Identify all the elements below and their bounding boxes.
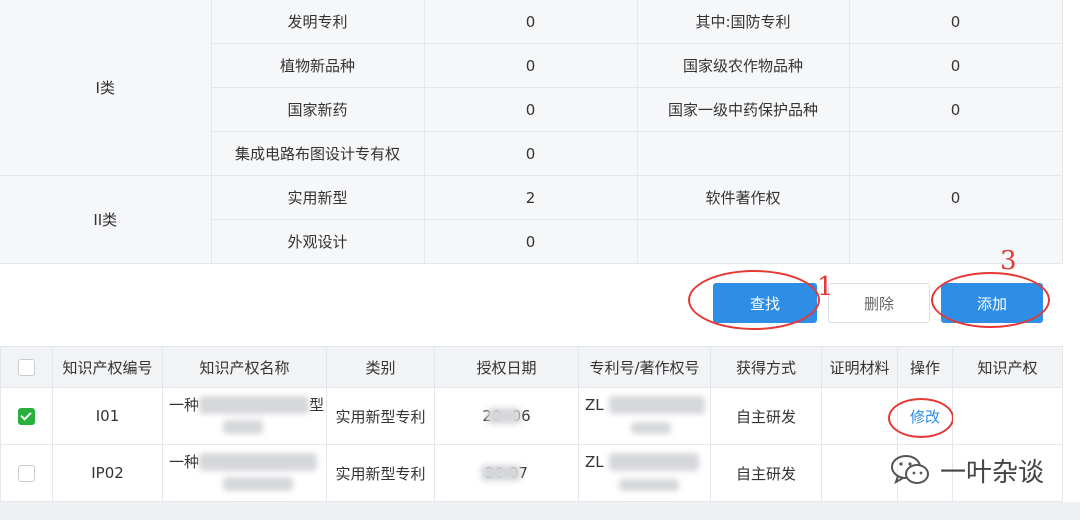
wechat-icon <box>890 453 932 489</box>
column-header-proof: 证明材料 <box>821 346 898 388</box>
summary-item-value: 0 <box>423 0 638 44</box>
ip-patent-no-text: ZL <box>585 453 604 471</box>
ip-date-cell: 20 -06 <box>434 387 579 445</box>
delete-button[interactable]: 删除 <box>828 283 930 323</box>
ip-proof-cell <box>821 387 898 445</box>
redacted-blur <box>609 453 699 471</box>
add-button[interactable]: 添加 <box>941 283 1043 323</box>
redacted-blur <box>199 453 317 471</box>
column-header-id: 知识产权编号 <box>52 346 163 388</box>
ip-name-cell: 一种 型 <box>162 387 327 445</box>
row-checkbox-checked[interactable] <box>18 408 35 425</box>
row-checkbox[interactable] <box>18 465 35 482</box>
column-header-date: 授权日期 <box>434 346 579 388</box>
ip-method-cell: 自主研发 <box>710 444 822 502</box>
ip-summary-table: I类 发明专利 0 其中:国防专利 0 植物新品种 0 国家级农作物品种 0 国… <box>0 0 1063 264</box>
ip-date-cell: 20 07 <box>434 444 579 502</box>
summary-item-name: 国家级农作物品种 <box>636 43 850 88</box>
edit-link[interactable]: 修改 <box>910 408 940 426</box>
redacted-blur <box>609 396 705 414</box>
redacted-blur <box>619 479 679 491</box>
annotation-number-3: 3 <box>1000 246 1017 276</box>
column-header-ip: 知识产权 <box>952 346 1063 388</box>
class-2-label: II类 <box>0 175 212 264</box>
annotation-number-1: 1 <box>817 272 834 302</box>
watermark-text: 一叶杂谈 <box>940 458 1045 488</box>
column-header-method: 获得方式 <box>710 346 822 388</box>
summary-item-value: 0 <box>848 175 1063 220</box>
row-select-cell[interactable] <box>0 387 53 445</box>
redacted-blur <box>199 396 309 414</box>
bottom-bar <box>0 502 1080 520</box>
ip-patent-no-cell: ZL <box>578 387 711 445</box>
summary-item-value: 0 <box>423 131 638 176</box>
summary-item-name: 集成电路布图设计专有权 <box>210 131 425 176</box>
summary-item-value <box>848 219 1063 264</box>
column-header-name: 知识产权名称 <box>162 346 327 388</box>
summary-item-name: 发明专利 <box>210 0 425 44</box>
ip-detail-cell <box>952 387 1063 445</box>
ip-name-tail: 型 <box>309 396 325 414</box>
select-all-cell[interactable] <box>0 346 53 388</box>
summary-item-name: 实用新型 <box>210 175 425 220</box>
redacted-blur <box>223 477 293 491</box>
summary-item-value: 0 <box>423 87 638 132</box>
redacted-blur <box>481 465 521 481</box>
ip-name-cell: 一种 <box>162 444 327 502</box>
class-1-label: I类 <box>0 0 212 176</box>
summary-item-value: 2 <box>423 175 638 220</box>
summary-item-value: 0 <box>848 43 1063 88</box>
table-header-row: 知识产权编号 知识产权名称 类别 授权日期 专利号/著作权号 获得方式 证明材料… <box>0 346 1063 388</box>
select-all-checkbox[interactable] <box>18 359 35 376</box>
summary-item-name: 国家新药 <box>210 87 425 132</box>
redacted-blur <box>487 408 521 424</box>
ip-patent-no-text: ZL <box>585 396 604 414</box>
summary-item-name: 其中:国防专利 <box>636 0 850 44</box>
summary-item-name: 外观设计 <box>210 219 425 264</box>
summary-item-name <box>636 219 850 264</box>
ip-name-text: 一种 <box>169 396 200 414</box>
ip-name-text: 一种 <box>169 453 200 471</box>
summary-item-value <box>848 131 1063 176</box>
ip-proof-cell <box>821 444 898 502</box>
summary-row: I类 发明专利 0 其中:国防专利 0 <box>0 0 1063 176</box>
summary-item-value: 0 <box>848 0 1063 44</box>
ip-id-cell: I01 <box>52 387 163 445</box>
ip-category-cell: 实用新型专利 <box>326 387 435 445</box>
ip-method-cell: 自主研发 <box>710 387 822 445</box>
ip-patent-no-cell: ZL <box>578 444 711 502</box>
summary-item-name: 植物新品种 <box>210 43 425 88</box>
summary-item-name: 国家一级中药保护品种 <box>636 87 850 132</box>
ip-id-cell: IP02 <box>52 444 163 502</box>
watermark: 一叶杂谈 <box>890 452 1044 489</box>
action-cell: 修改 2 <box>888 387 975 445</box>
redacted-blur <box>631 422 671 434</box>
summary-item-value: 0 <box>423 43 638 88</box>
redacted-blur <box>223 420 263 434</box>
summary-item-value: 0 <box>848 87 1063 132</box>
search-button[interactable]: 查找 <box>713 283 817 323</box>
summary-item-name: 软件著作权 <box>636 175 850 220</box>
summary-row: II类 实用新型 2 软件著作权 0 <box>0 175 1063 264</box>
row-select-cell[interactable] <box>0 444 53 502</box>
table-row[interactable]: I01 一种 型 实用新型专利 20 -06 ZL 自主研发 <box>0 387 1063 445</box>
toolbar: 查找 删除 添加 1 3 <box>0 248 1062 346</box>
column-header-category: 类别 <box>326 346 435 388</box>
summary-item-value: 0 <box>423 219 638 264</box>
summary-item-name <box>636 131 850 176</box>
column-header-action: 操作 <box>897 346 953 388</box>
ip-category-cell: 实用新型专利 <box>326 444 435 502</box>
column-header-patent-no: 专利号/著作权号 <box>578 346 711 388</box>
